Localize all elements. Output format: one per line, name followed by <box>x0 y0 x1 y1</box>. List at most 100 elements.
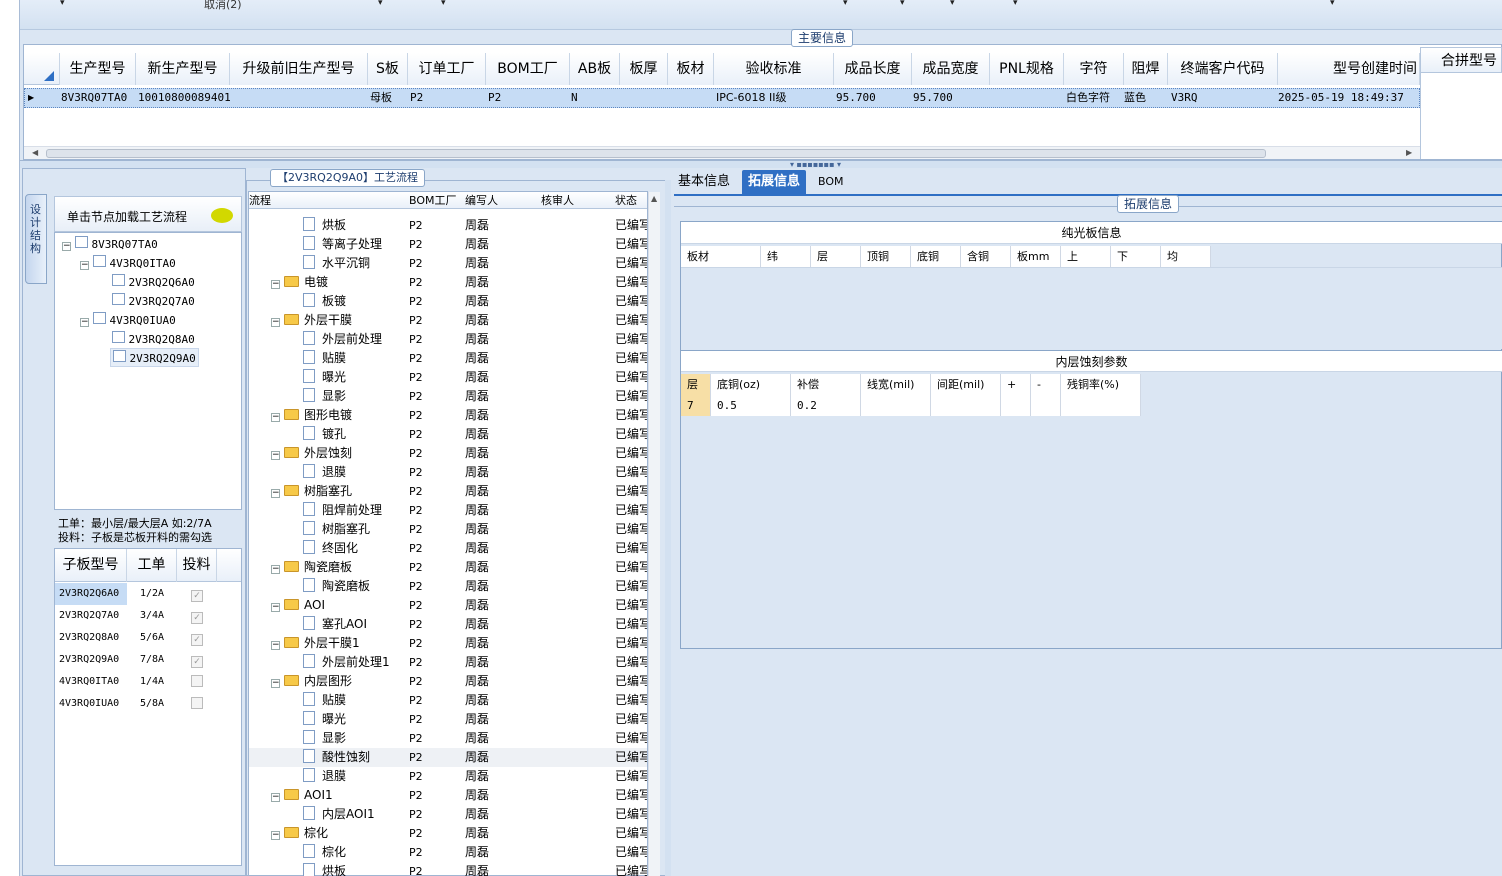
col-sub-order[interactable]: 工单 <box>127 549 177 582</box>
fed-checkbox[interactable]: ✓ <box>191 609 203 624</box>
col-width[interactable]: 成品宽度 <box>912 53 990 85</box>
flow-bom[interactable]: P2 <box>409 615 423 634</box>
flow-row[interactable]: 曝光 P2 周磊 已编写 <box>249 368 647 387</box>
scroll-thumb[interactable] <box>46 149 1266 158</box>
flow-step[interactable]: − 外层蚀刻 <box>271 444 352 463</box>
flow-status[interactable]: 已编写 <box>615 596 647 615</box>
flow-bom[interactable]: P2 <box>409 368 423 387</box>
col-thickness[interactable]: 板厚 <box>620 53 668 85</box>
flow-row[interactable]: 树脂塞孔 P2 周磊 已编写 <box>249 520 647 539</box>
flow-writer[interactable]: 周磊 <box>465 862 489 876</box>
flow-writer[interactable]: 周磊 <box>465 406 489 425</box>
flow-bom[interactable]: P2 <box>409 444 423 463</box>
flow-status[interactable]: 已编写 <box>615 520 647 539</box>
flow-status[interactable]: 已编写 <box>615 786 647 805</box>
tree-node[interactable]: − 8V3RQ07TA0 <box>62 236 158 251</box>
scroll-left-icon[interactable]: ◀ <box>32 148 38 157</box>
flow-bom[interactable]: P2 <box>409 349 423 368</box>
flow-row[interactable]: 外层前处理1 P2 周磊 已编写 <box>249 653 647 672</box>
flow-row[interactable]: 镀孔 P2 周磊 已编写 <box>249 425 647 444</box>
col-length[interactable]: 成品长度 <box>834 53 912 85</box>
col-created[interactable]: 型号创建时间 <box>1278 53 1420 85</box>
sub-row-order[interactable]: 7/8A <box>127 649 177 671</box>
col-s-board[interactable]: S板 <box>368 53 408 85</box>
inner-cell-minus[interactable] <box>1031 395 1061 416</box>
flow-bom[interactable]: P2 <box>409 254 423 273</box>
tree-node[interactable]: 2V3RQ2Q7A0 <box>112 293 195 308</box>
collapse-icon[interactable]: − <box>271 603 280 612</box>
flow-bom[interactable]: P2 <box>409 748 423 767</box>
flow-writer[interactable]: 周磊 <box>465 311 489 330</box>
cell-standard[interactable]: IPC-6018 II级 <box>716 88 787 108</box>
flow-row[interactable]: 显影 P2 周磊 已编写 <box>249 387 647 406</box>
collapse-icon[interactable]: − <box>271 679 280 688</box>
flow-step[interactable]: 镀孔 <box>303 425 346 444</box>
flow-row[interactable]: 等离子处理 P2 周磊 已编写 <box>249 235 647 254</box>
inner-col-plus[interactable]: + <box>1001 374 1031 395</box>
plain-col-layer[interactable]: 层 <box>811 246 861 267</box>
flow-row[interactable]: 内层AOI1 P2 周磊 已编写 <box>249 805 647 824</box>
flow-writer[interactable]: 周磊 <box>465 596 489 615</box>
collapse-icon[interactable]: − <box>271 793 280 802</box>
flow-bom[interactable]: P2 <box>409 292 423 311</box>
flow-row[interactable]: 阻焊前处理 P2 周磊 已编写 <box>249 501 647 520</box>
cell-new-model[interactable]: 10010800089401 <box>138 88 231 108</box>
flow-status[interactable]: 已编写 <box>615 311 647 330</box>
cell-ab-board[interactable]: N <box>571 88 578 108</box>
cell-bom-factory[interactable]: P2 <box>488 88 501 108</box>
flow-bom[interactable]: P2 <box>409 463 423 482</box>
flow-status[interactable]: 已编写 <box>615 634 647 653</box>
sub-row-order[interactable]: 3/4A <box>127 605 177 627</box>
col-customer[interactable]: 终端客户代码 <box>1168 53 1278 85</box>
tree-node[interactable]: − 4V3RQ0IUA0 <box>80 312 176 327</box>
flow-status[interactable]: 已编写 <box>615 729 647 748</box>
flow-vscrollbar[interactable]: ▲ <box>648 192 660 876</box>
inner-cell-residual-copper[interactable] <box>1061 395 1141 416</box>
inner-cell-layer[interactable]: 7 <box>681 395 711 416</box>
flow-step[interactable]: − 树脂塞孔 <box>271 482 352 501</box>
chevron-down-icon[interactable]: ▾ <box>900 0 905 8</box>
cell-order-factory[interactable]: P2 <box>410 88 423 108</box>
flow-step[interactable]: − 内层图形 <box>271 672 352 691</box>
cell-created[interactable]: 2025-05-19 18:49:37 <box>1278 88 1404 108</box>
collapse-icon[interactable]: − <box>62 242 71 251</box>
flow-bom[interactable]: P2 <box>409 235 423 254</box>
col-flow-reviewer[interactable]: 核审人 <box>541 192 574 209</box>
tab-extended-info[interactable]: 拓展信息 <box>742 170 807 194</box>
flow-bom[interactable]: P2 <box>409 653 423 672</box>
chevron-down-icon[interactable]: ▾ <box>1013 0 1018 8</box>
flow-step[interactable]: 内层AOI1 <box>303 805 375 824</box>
merge-col-header[interactable]: 合拼型号 <box>1420 47 1502 73</box>
inner-col-line-width[interactable]: 线宽(mil) <box>861 374 931 395</box>
tree-node-selected[interactable]: 2V3RQ2Q9A0 <box>110 348 199 367</box>
vertical-splitter[interactable] <box>665 180 671 876</box>
flow-writer[interactable]: 周磊 <box>465 349 489 368</box>
flow-row[interactable]: 外层前处理 P2 周磊 已编写 <box>249 330 647 349</box>
tree-node[interactable]: 2V3RQ2Q6A0 <box>112 274 195 289</box>
flow-writer[interactable]: 周磊 <box>465 824 489 843</box>
flow-bom[interactable]: P2 <box>409 786 423 805</box>
flow-row[interactable]: − 外层干膜 P2 周磊 已编写 <box>249 311 647 330</box>
fed-checkbox[interactable]: ✓ <box>191 587 203 602</box>
cell-width[interactable]: 95.700 <box>913 88 953 108</box>
flow-writer[interactable]: 周磊 <box>465 444 489 463</box>
col-pnl[interactable]: PNL规格 <box>990 53 1064 85</box>
scroll-right-icon[interactable]: ▶ <box>1406 148 1412 157</box>
flow-step[interactable]: − 电镀 <box>271 273 328 292</box>
flow-writer[interactable]: 周磊 <box>465 729 489 748</box>
flow-step[interactable]: 退膜 <box>303 463 346 482</box>
col-new-model[interactable]: 新生产型号 <box>136 53 230 85</box>
flow-status[interactable]: 已编写 <box>615 672 647 691</box>
flow-status[interactable]: 已编写 <box>615 501 647 520</box>
flow-writer[interactable]: 周磊 <box>465 292 489 311</box>
flow-row[interactable]: − AOI1 P2 周磊 已编写 <box>249 786 647 805</box>
flow-writer[interactable]: 周磊 <box>465 748 489 767</box>
flow-row[interactable]: − AOI P2 周磊 已编写 <box>249 596 647 615</box>
flow-row[interactable]: 贴膜 P2 周磊 已编写 <box>249 349 647 368</box>
inner-col-minus[interactable]: - <box>1031 374 1061 395</box>
chevron-down-icon[interactable]: ▾ <box>378 0 383 8</box>
flow-writer[interactable]: 周磊 <box>465 767 489 786</box>
flow-bom[interactable]: P2 <box>409 558 423 577</box>
flow-row[interactable]: 塞孔AOI P2 周磊 已编写 <box>249 615 647 634</box>
flow-status[interactable]: 已编写 <box>615 710 647 729</box>
